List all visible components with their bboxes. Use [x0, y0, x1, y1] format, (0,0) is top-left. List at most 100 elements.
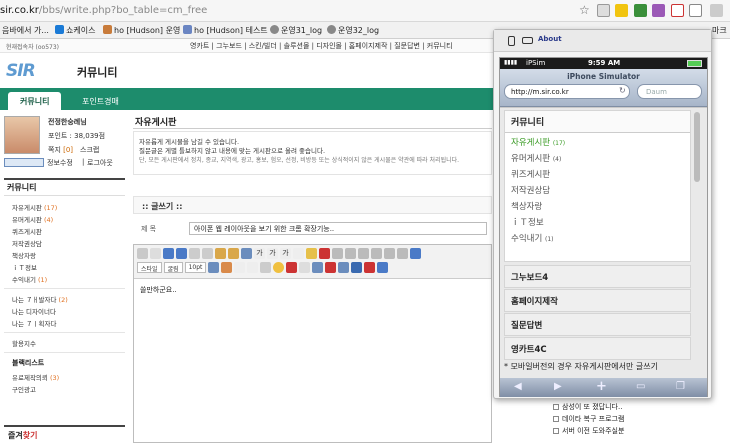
select-all-icon[interactable] — [241, 248, 252, 259]
blacklist-heading[interactable]: 블랙리스트 — [4, 356, 125, 370]
format-icon[interactable] — [208, 262, 220, 273]
list-item[interactable]: 데이타 복구 프로그램 — [553, 414, 703, 426]
tab-community[interactable]: 커뮤니티 — [8, 92, 62, 110]
about-link[interactable]: About — [538, 35, 562, 43]
numbered-list-icon[interactable] — [384, 248, 395, 259]
browser-url-bar[interactable]: sir.co.kr/bbs/write.php?bo_table=cm_free… — [0, 0, 730, 22]
mobile-list-item[interactable]: 저작권상담 — [505, 181, 690, 197]
style-select[interactable]: 스타일 — [137, 262, 162, 273]
mobile-list-item[interactable]: 자유게시판 (17) — [505, 133, 690, 149]
left-menu-item[interactable]: 유료제작의뢰 (3) — [4, 370, 125, 382]
bookmark[interactable]: 운영31_log — [270, 25, 322, 36]
flash-icon[interactable] — [312, 262, 324, 273]
quote-icon[interactable] — [234, 262, 246, 273]
align-right-icon[interactable] — [358, 248, 369, 259]
back-icon[interactable]: ◀ — [514, 381, 522, 392]
left-menu-item[interactable]: 수익내기 (1) — [4, 272, 125, 284]
bookmark[interactable]: 쇼케이스 — [55, 25, 95, 36]
extension-icon[interactable] — [597, 4, 610, 17]
left-menu-item[interactable]: 나는 디자이너다 — [4, 304, 125, 316]
mobile-section-row[interactable]: 질문답변 — [504, 313, 691, 336]
italic-icon[interactable]: 가 — [267, 248, 278, 259]
reload-icon[interactable]: ↻ — [619, 86, 626, 95]
left-menu-item[interactable]: 책상자랑 — [4, 248, 125, 260]
highlight-icon[interactable] — [319, 248, 330, 259]
bookmark[interactable]: ho [Hudson] 운영 — [103, 25, 180, 36]
mobile-list-item[interactable]: 책상자랑 — [505, 197, 690, 213]
extension-icon[interactable] — [652, 4, 665, 17]
justify-icon[interactable] — [371, 248, 382, 259]
preview-icon[interactable] — [364, 262, 376, 273]
source-icon[interactable] — [351, 262, 363, 273]
media-icon[interactable] — [325, 262, 337, 273]
pages-icon[interactable]: ❐ — [676, 381, 685, 392]
extension-icon[interactable] — [634, 4, 647, 17]
scrollbar[interactable] — [694, 112, 700, 182]
bookmark[interactable]: ho [Hudson] 테스트 — [183, 25, 268, 36]
clear-format-icon[interactable] — [221, 262, 233, 273]
align-left-icon[interactable] — [332, 248, 343, 259]
mobile-list-item[interactable]: ｉＴ정보 — [505, 213, 690, 229]
mobile-list-item[interactable]: 유머게시판 (4) — [505, 149, 690, 165]
wrench-icon[interactable] — [710, 4, 723, 17]
font-color-icon[interactable] — [306, 248, 317, 259]
link-icon[interactable] — [338, 262, 350, 273]
special-char-icon[interactable] — [247, 262, 259, 273]
star-icon[interactable]: ☆ — [579, 3, 590, 17]
print-icon[interactable] — [137, 248, 148, 259]
left-menu-item[interactable]: ｉＴ정보 — [4, 260, 125, 272]
play-icon[interactable] — [377, 262, 389, 273]
left-menu-item[interactable]: 할용지수 — [4, 336, 125, 348]
url-text[interactable]: sir.co.kr/bbs/write.php?bo_table=cm_free — [0, 5, 207, 16]
address-input[interactable]: http://m.sir.co.kr — [504, 84, 630, 99]
search-input[interactable]: Daum — [637, 84, 702, 99]
list-item[interactable]: 서버 이전 도와주실분 — [553, 426, 703, 438]
hr-icon[interactable] — [260, 262, 272, 273]
logo[interactable]: SIR — [6, 61, 36, 81]
left-menu-item[interactable]: 나는 ７ㅐ발자다 (2) — [4, 292, 125, 304]
left-menu-item[interactable]: 유머게시판 (4) — [4, 212, 125, 224]
redo-icon[interactable] — [176, 248, 187, 259]
copy-icon[interactable] — [202, 248, 213, 259]
add-icon[interactable]: + — [596, 379, 607, 394]
table-icon[interactable] — [286, 262, 298, 273]
extension-icon[interactable] — [671, 4, 684, 17]
paste-icon[interactable] — [215, 248, 226, 259]
top-menu[interactable]: 영카트 | 그누보드 | 스킨/빌더 | 솔루션몰 | 디자인몰 | 홈페이지제… — [190, 41, 453, 51]
scrap-link[interactable]: 스크랩 — [80, 145, 99, 155]
profile-memo[interactable]: 쪽지 [0] — [48, 145, 73, 155]
paste-text-icon[interactable] — [228, 248, 239, 259]
bullet-list-icon[interactable] — [397, 248, 408, 259]
left-menu-item[interactable]: 퀴즈게시판 — [4, 224, 125, 236]
undo-icon[interactable] — [163, 248, 174, 259]
portrait-icon[interactable] — [508, 36, 515, 46]
subject-input[interactable]: 아이폰 웹 레이아웃을 보기 위한 크롬 확장기능.. — [189, 222, 487, 235]
bookmarks-icon[interactable]: ▭ — [636, 381, 645, 392]
strike-icon[interactable] — [293, 248, 304, 259]
left-menu-item[interactable]: 자유게시판 (17) — [4, 200, 125, 212]
indent-icon[interactable] — [410, 248, 421, 259]
mobile-list-item[interactable]: 퀴즈게시판 — [505, 165, 690, 181]
bookmark[interactable]: 음바에서 가... — [2, 25, 49, 36]
landscape-icon[interactable] — [522, 37, 533, 44]
forward-icon[interactable]: ▶ — [554, 381, 562, 392]
bookmark-other[interactable]: 마크 — [712, 25, 727, 36]
current-users[interactable]: 현재접속자 (oo573) — [6, 42, 59, 51]
emoticon-icon[interactable] — [273, 262, 285, 273]
left-menu-item[interactable]: 저작권상담 — [4, 236, 125, 248]
edit-info-link[interactable]: 정보수정 — [47, 158, 73, 168]
left-menu-item[interactable]: 구인광고 — [4, 382, 125, 394]
mobile-section-row[interactable]: 홈페이지제작 — [504, 289, 691, 312]
image-icon[interactable] — [299, 262, 311, 273]
extension-icon[interactable] — [615, 4, 628, 17]
extension-icon[interactable] — [689, 4, 702, 17]
mobile-section-row[interactable]: 그누보드4 — [504, 265, 691, 288]
underline-icon[interactable]: 가 — [280, 248, 291, 259]
left-menu-item[interactable]: 나는 ７ㅣ획자다 — [4, 316, 125, 328]
logout-link[interactable]: 로그아웃 — [87, 158, 113, 168]
mobile-section-row[interactable]: 영카트4C — [504, 337, 691, 360]
tab-point-auction[interactable]: 포인트경매 — [70, 92, 131, 110]
editor-content[interactable]: 쓸만하군요.. — [140, 285, 177, 295]
bookmark[interactable]: 운영32_log — [327, 25, 379, 36]
align-center-icon[interactable] — [345, 248, 356, 259]
